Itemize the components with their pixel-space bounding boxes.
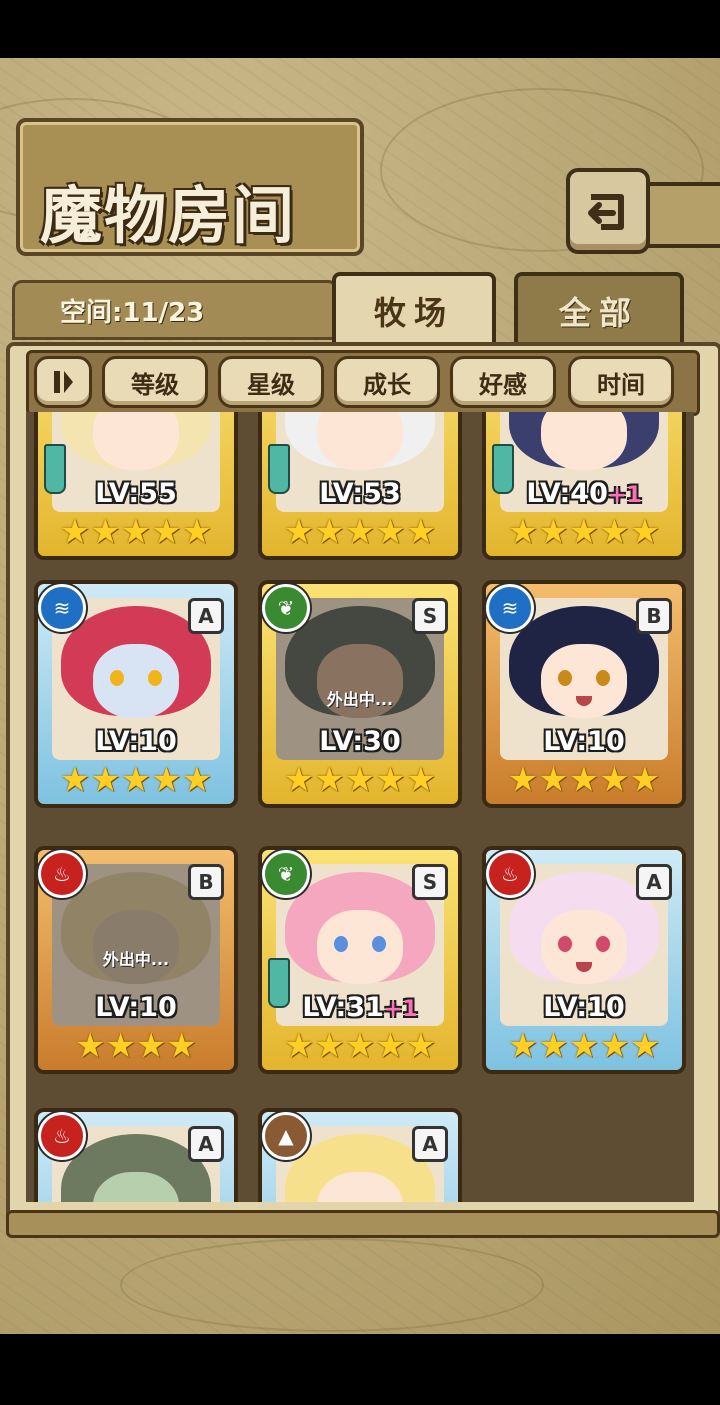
eye — [372, 936, 386, 952]
face — [317, 412, 403, 470]
back-arrow-icon — [588, 194, 624, 230]
rank-badge: B — [188, 864, 224, 900]
level-label: LV:10 — [543, 726, 625, 757]
level-label: LV:30 — [319, 726, 401, 757]
tab-ranch[interactable]: 牧场 — [332, 272, 496, 346]
monster-card[interactable]: 外出中... ♨ B LV:10 ★★★★ — [34, 846, 238, 1074]
monster-card[interactable]: ▲ A — [258, 1108, 462, 1202]
eye — [558, 670, 572, 686]
water-element-icon: ≋ — [38, 584, 86, 632]
star-rating: ★★★★ — [75, 1026, 197, 1066]
away-status: 外出中... — [326, 690, 394, 709]
level-label: LV:31+1 — [302, 992, 418, 1023]
water-element-icon: ≋ — [486, 584, 534, 632]
back-rail — [640, 182, 720, 248]
star-rating: ★★★★★ — [507, 1026, 661, 1066]
face — [93, 644, 179, 718]
earth-element-icon: ▲ — [262, 1112, 310, 1160]
face — [93, 412, 179, 470]
star-rating: ★★★★★ — [59, 512, 213, 552]
face — [541, 644, 627, 718]
eye — [110, 670, 124, 686]
monster-card[interactable]: ❦ S LV:31+1 ★★★★★ — [258, 846, 462, 1074]
level-label: LV:55 — [95, 478, 177, 509]
tab-all[interactable]: 全部 — [514, 272, 684, 346]
monster-card[interactable]: LV:40+1 ★★★★★ — [482, 412, 686, 560]
level-bonus: +1 — [383, 997, 418, 1022]
face — [541, 910, 627, 984]
map-decoration — [120, 1238, 544, 1332]
face — [541, 412, 627, 470]
page-title: 魔物房间 — [40, 179, 297, 252]
eye — [596, 936, 610, 952]
back-button[interactable] — [566, 168, 650, 254]
monster-card[interactable]: ≋ B LV:10 ★★★★★ — [482, 580, 686, 808]
eye — [558, 936, 572, 952]
eye — [148, 670, 162, 686]
level-label: LV:10 — [95, 992, 177, 1023]
level-label: LV:10 — [543, 992, 625, 1023]
fire-element-icon: ♨ — [38, 850, 86, 898]
fire-element-icon: ♨ — [38, 1112, 86, 1160]
rank-badge: S — [412, 598, 448, 634]
level-bonus: +1 — [607, 483, 642, 508]
eye — [334, 936, 348, 952]
pause-icon — [54, 371, 73, 393]
star-rating: ★★★★★ — [283, 760, 437, 800]
star-rating: ★★★★★ — [507, 760, 661, 800]
rank-badge: A — [412, 1126, 448, 1162]
panel-bottom-rail — [6, 1210, 720, 1238]
monster-card[interactable]: ♨ A LV:10 ★★★★★ — [482, 846, 686, 1074]
level-label: LV:40+1 — [526, 478, 642, 509]
star-rating: ★★★★★ — [283, 512, 437, 552]
pause-button[interactable] — [34, 356, 92, 408]
sort-level-button[interactable]: 等级 — [102, 356, 208, 408]
sort-time-button[interactable]: 时间 — [568, 356, 674, 408]
monster-card[interactable]: ♨ A — [34, 1108, 238, 1202]
star-rating: ★★★★★ — [59, 760, 213, 800]
fire-element-icon: ♨ — [486, 850, 534, 898]
level-label: LV:53 — [319, 478, 401, 509]
rank-badge: A — [188, 1126, 224, 1162]
rank-badge: S — [412, 864, 448, 900]
rank-badge: A — [636, 864, 672, 900]
rank-badge: B — [636, 598, 672, 634]
level-label: LV:10 — [95, 726, 177, 757]
leaf-element-icon: ❦ — [262, 850, 310, 898]
monster-card[interactable]: 外出中... ❦ S LV:30 ★★★★★ — [258, 580, 462, 808]
leaf-element-icon: ❦ — [262, 584, 310, 632]
rank-badge: A — [188, 598, 224, 634]
monster-card[interactable]: ≋ A LV:10 ★★★★★ — [34, 580, 238, 808]
star-rating: ★★★★★ — [507, 512, 661, 552]
space-counter: 空间:11/23 — [60, 298, 205, 328]
monster-grid: LV:55 ★★★★★ LV:53 ★★★★★ LV:40+1 ★★★★★ ≋ … — [26, 412, 694, 1202]
sort-affection-button[interactable]: 好感 — [450, 356, 556, 408]
monster-card[interactable]: LV:55 ★★★★★ — [34, 412, 238, 560]
monster-card[interactable]: LV:53 ★★★★★ — [258, 412, 462, 560]
away-status: 外出中... — [102, 950, 170, 969]
sort-growth-button[interactable]: 成长 — [334, 356, 440, 408]
eye — [596, 670, 610, 686]
star-rating: ★★★★★ — [283, 1026, 437, 1066]
face — [317, 910, 403, 984]
sort-star-button[interactable]: 星级 — [218, 356, 324, 408]
